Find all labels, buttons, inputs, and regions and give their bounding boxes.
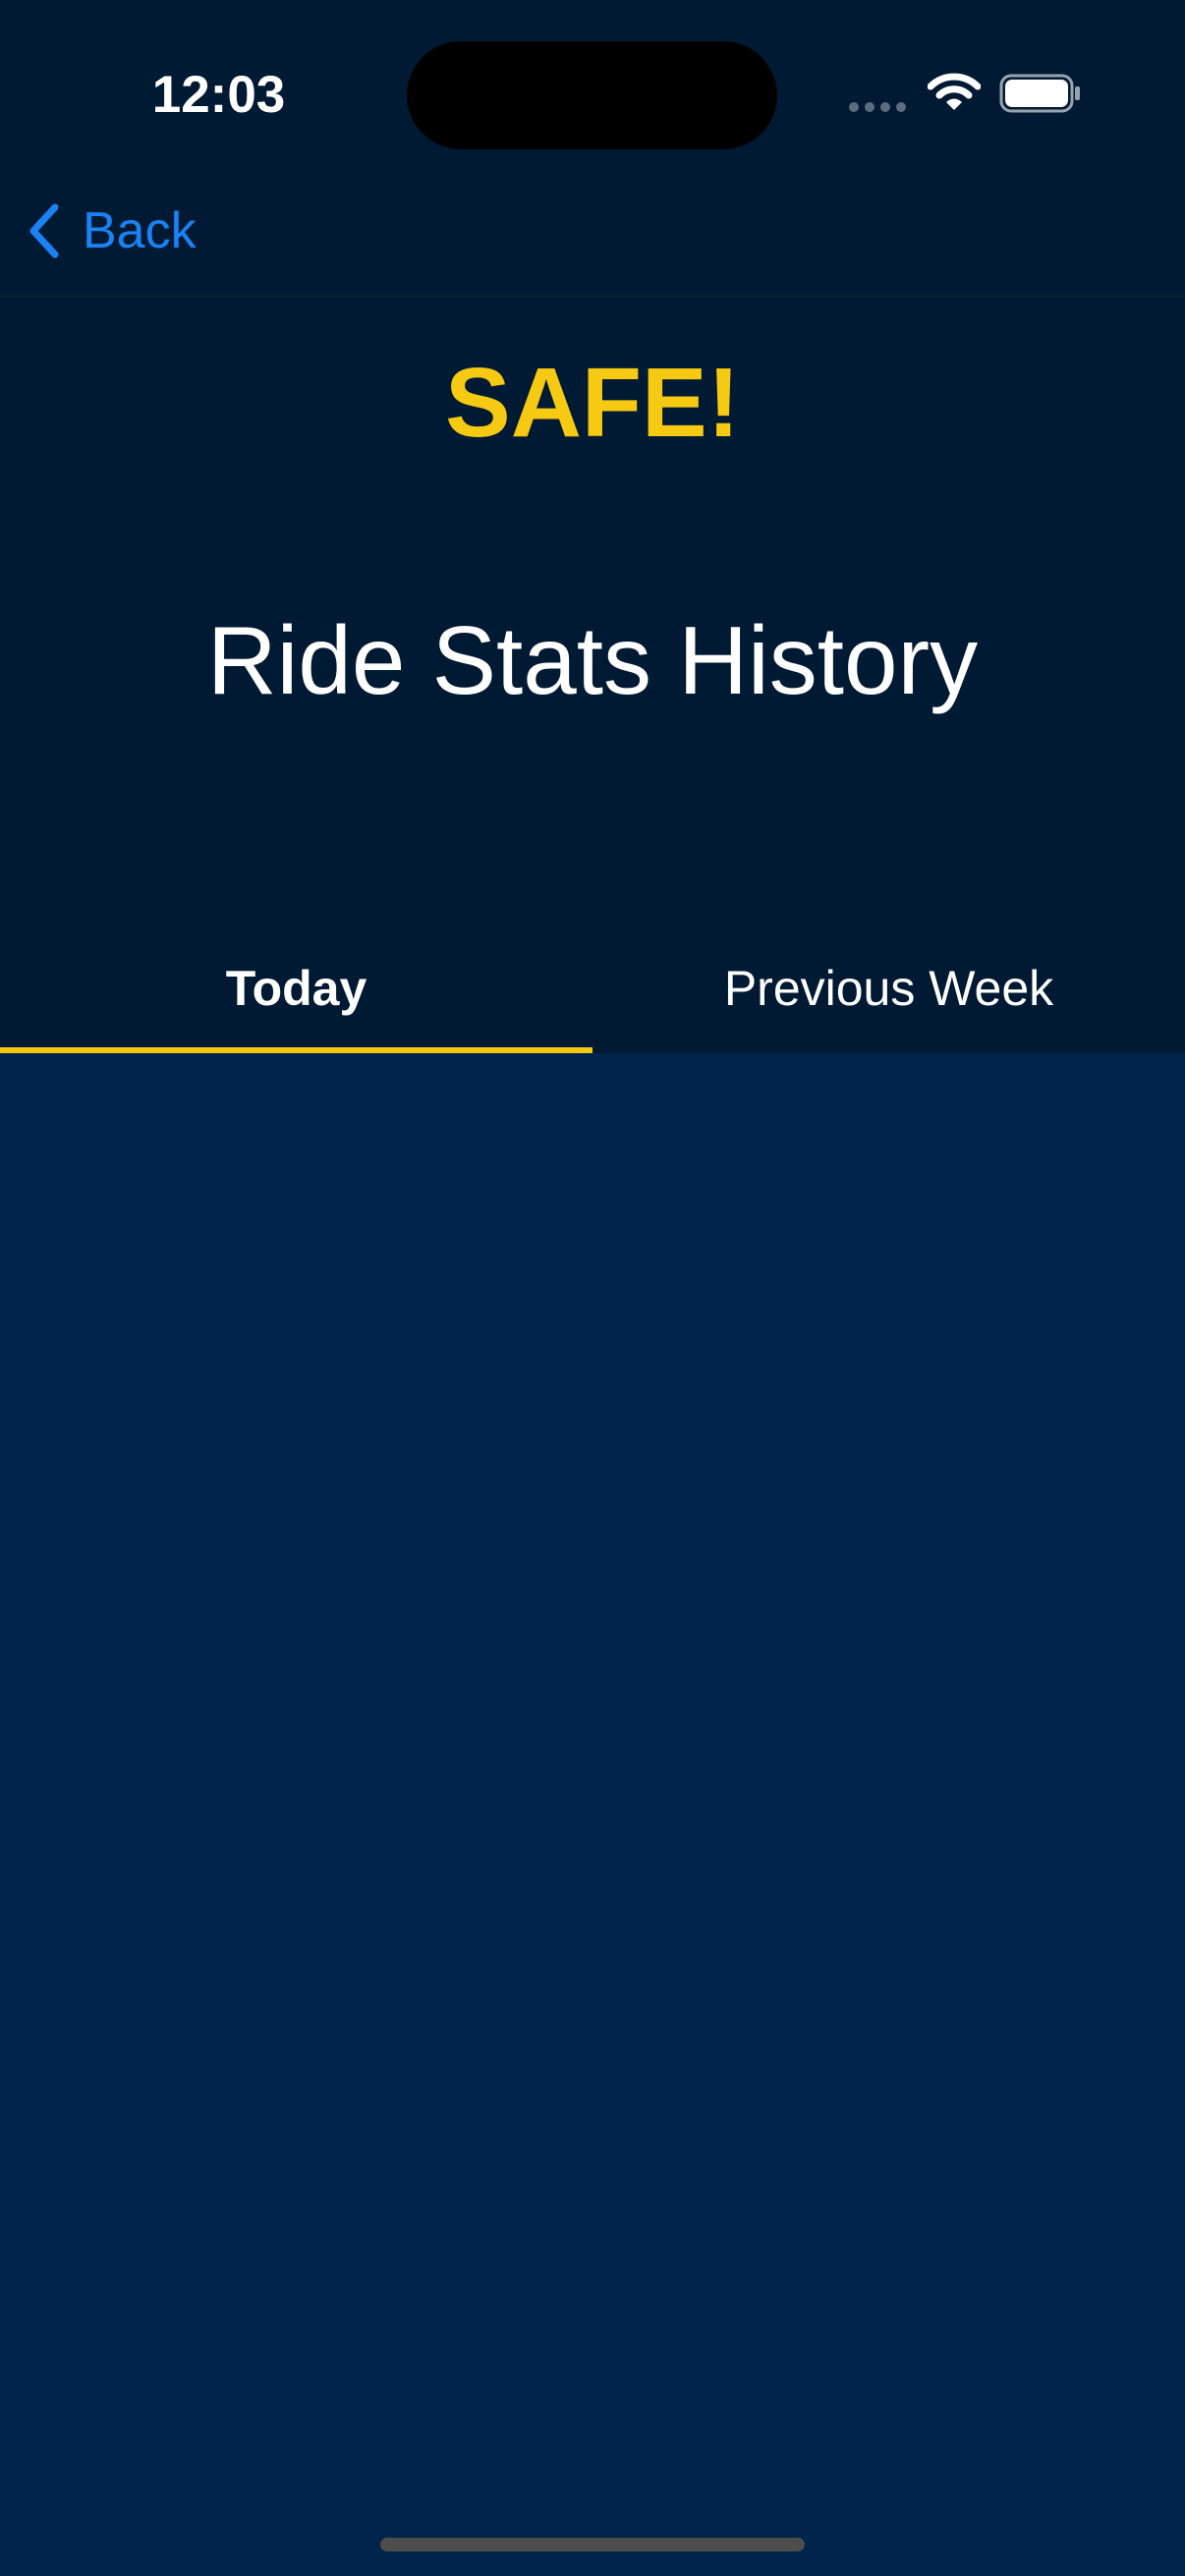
chevron-left-icon bbox=[29, 203, 59, 258]
cellular-signal-icon bbox=[849, 102, 908, 112]
tab-previous-week[interactable]: Previous Week bbox=[592, 943, 1185, 1053]
status-time: 12:03 bbox=[151, 66, 286, 124]
tab-today[interactable]: Today bbox=[0, 943, 592, 1053]
battery-icon bbox=[999, 74, 1080, 113]
back-label: Back bbox=[83, 202, 197, 259]
page-title: Ride Stats History bbox=[206, 606, 979, 714]
dynamic-island bbox=[407, 41, 777, 149]
back-button[interactable]: Back bbox=[24, 196, 197, 265]
stats-content-area bbox=[0, 1053, 1185, 2576]
tab-bar: Today Previous Week bbox=[0, 943, 1185, 1053]
wifi-icon bbox=[928, 73, 981, 110]
home-indicator[interactable] bbox=[380, 2538, 805, 2551]
brand-logo-text: SAFE! bbox=[445, 348, 740, 458]
